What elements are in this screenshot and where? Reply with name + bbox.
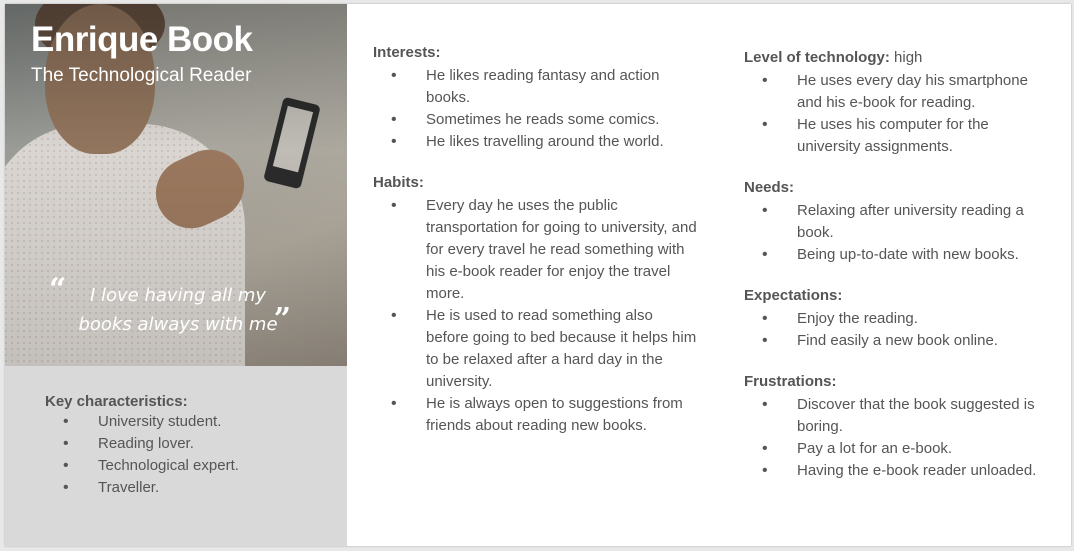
list-item: Being up-to-date with new books.	[762, 244, 1047, 266]
right-column: Level of technology: high He uses every …	[744, 48, 1074, 502]
persona-subtitle: The Technological Reader	[31, 65, 252, 86]
list-item: He is always open to suggestions from fr…	[391, 393, 698, 437]
middle-column: Interests: He likes reading fantasy and …	[373, 43, 703, 457]
open-quote-icon: “	[49, 272, 67, 307]
interests-section: Interests: He likes reading fantasy and …	[373, 43, 703, 153]
close-quote-icon: ”	[273, 302, 291, 337]
list-item: Reading lover.	[63, 433, 239, 455]
list-item: Pay a lot for an e-book.	[762, 438, 1047, 460]
list-item: Discover that the book suggested is bori…	[762, 394, 1047, 438]
list-item: He uses his computer for the university …	[762, 114, 1047, 158]
key-characteristics-title: Key characteristics:	[45, 393, 188, 410]
list-item: Having the e-book reader unloaded.	[762, 460, 1047, 482]
list-item: He likes reading fantasy and action book…	[391, 65, 698, 109]
technology-section: Level of technology: high He uses every …	[744, 48, 1074, 158]
list-item: Relaxing after university reading a book…	[762, 200, 1047, 244]
list-item: He is used to read something also before…	[391, 305, 698, 393]
expectations-list: Enjoy the reading. Find easily a new boo…	[762, 308, 1047, 352]
habits-title: Habits:	[373, 174, 424, 191]
needs-section: Needs: Relaxing after university reading…	[744, 178, 1074, 266]
profile-panel: Enrique Book The Technological Reader “ …	[5, 4, 347, 546]
technology-label: Level of technology:	[744, 49, 890, 66]
expectations-section: Expectations: Enjoy the reading. Find ea…	[744, 286, 1074, 352]
key-characteristics-section: Key characteristics: University student.…	[45, 393, 239, 499]
list-item: Enjoy the reading.	[762, 308, 1047, 330]
persona-photo: Enrique Book The Technological Reader “ …	[5, 4, 347, 366]
technology-list: He uses every day his smartphone and his…	[762, 70, 1047, 158]
frustrations-title: Frustrations:	[744, 373, 837, 390]
persona-name: Enrique Book	[31, 20, 253, 59]
interests-list: He likes reading fantasy and action book…	[391, 65, 698, 153]
key-characteristics-list: University student. Reading lover. Techn…	[63, 411, 239, 499]
expectations-title: Expectations:	[744, 287, 843, 304]
list-item: Technological expert.	[63, 455, 239, 477]
frustrations-section: Frustrations: Discover that the book sug…	[744, 372, 1074, 482]
technology-value: high	[889, 49, 923, 66]
list-item: He likes travelling around the world.	[391, 131, 698, 153]
list-item: Sometimes he reads some comics.	[391, 109, 698, 131]
interests-title: Interests:	[373, 44, 441, 61]
list-item: He uses every day his smartphone and his…	[762, 70, 1047, 114]
habits-list: Every day he uses the public transportat…	[391, 195, 698, 437]
technology-title: Level of technology: high	[744, 48, 1074, 68]
persona-card: Enrique Book The Technological Reader “ …	[5, 4, 1071, 546]
list-item: Traveller.	[63, 477, 239, 499]
frustrations-list: Discover that the book suggested is bori…	[762, 394, 1047, 482]
persona-quote: “ I love having all my books always with…	[49, 275, 313, 339]
list-item: University student.	[63, 411, 239, 433]
needs-list: Relaxing after university reading a book…	[762, 200, 1047, 266]
habits-section: Habits: Every day he uses the public tra…	[373, 173, 703, 437]
list-item: Every day he uses the public transportat…	[391, 195, 698, 305]
list-item: Find easily a new book online.	[762, 330, 1047, 352]
needs-title: Needs:	[744, 179, 795, 196]
